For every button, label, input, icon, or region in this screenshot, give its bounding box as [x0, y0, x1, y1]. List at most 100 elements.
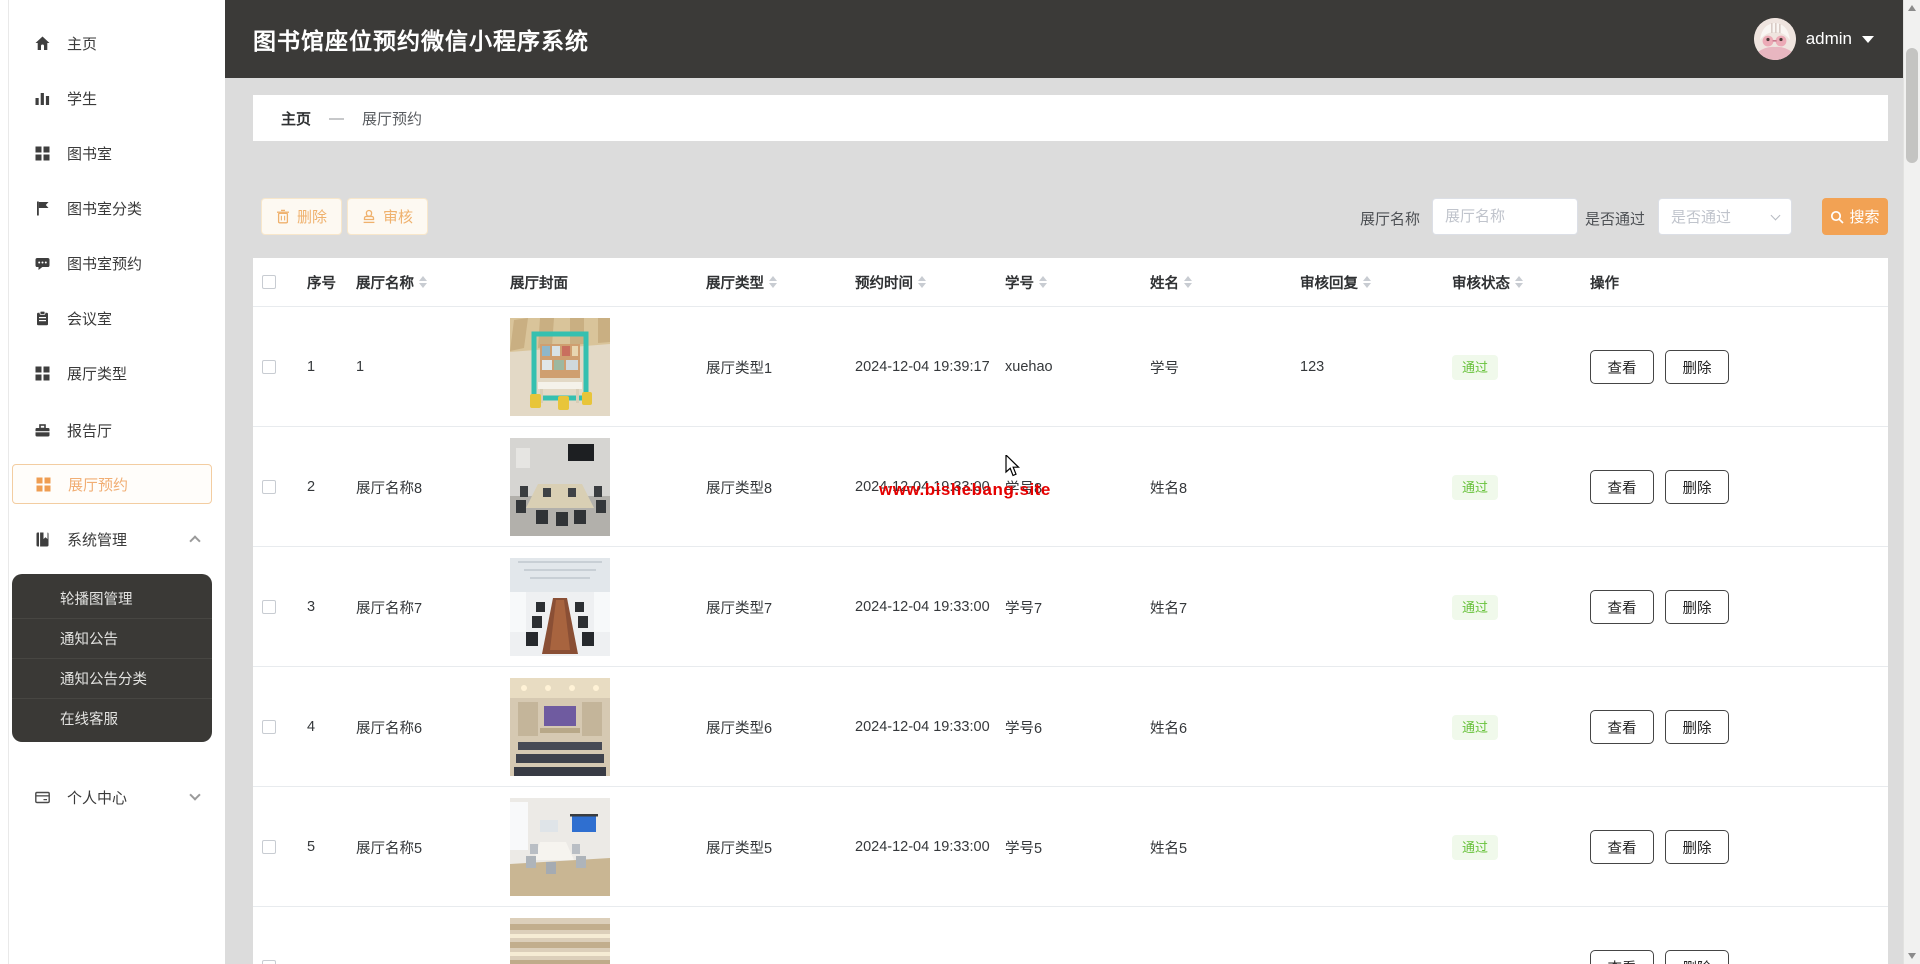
status-badge: 通过	[1452, 595, 1498, 620]
col-header-student-no[interactable]: 学号	[1005, 258, 1047, 306]
sidebar-item-library[interactable]: 图书室	[0, 133, 225, 173]
student-name: 姓名6	[1150, 667, 1187, 787]
row-checkbox[interactable]	[262, 360, 276, 374]
student-name: 姓名8	[1150, 427, 1187, 547]
col-header-status[interactable]: 审核状态	[1452, 258, 1523, 306]
col-header-ops: 操作	[1590, 258, 1619, 306]
row-checkbox[interactable]	[262, 480, 276, 494]
view-button[interactable]: 查看	[1590, 470, 1654, 504]
audit-reply: 123	[1300, 307, 1324, 427]
hall-name: 展厅名称5	[356, 787, 422, 907]
grid-icon	[34, 365, 51, 382]
sidebar-item-students[interactable]: 学生	[0, 78, 225, 118]
view-button[interactable]: 查看	[1590, 830, 1654, 864]
hall-cover-image	[510, 558, 610, 656]
sidebar-item-label: 学生	[67, 88, 97, 109]
table-row: 5 展厅名称5 展厅类型5 2024-12-04 19:33:00 学号5 姓名…	[253, 786, 1888, 906]
user-menu[interactable]: admin	[1754, 18, 1874, 60]
audit-label: 审核	[383, 206, 413, 227]
sidebar-item-meeting-room[interactable]: 会议室	[0, 298, 225, 338]
booking-time: 2024-12-04 19:39:17	[855, 307, 990, 427]
select-all-checkbox[interactable]	[262, 275, 276, 289]
sidebar-item-label: 主页	[67, 33, 97, 54]
page-scrollbar[interactable]	[1903, 0, 1920, 964]
row-checkbox[interactable]	[262, 840, 276, 854]
row-checkbox[interactable]	[262, 960, 276, 964]
view-button[interactable]: 查看	[1590, 590, 1654, 624]
submenu-item-carousel[interactable]: 轮播图管理	[12, 578, 212, 618]
col-header-name[interactable]: 展厅名称	[356, 258, 427, 306]
col-header-type[interactable]: 展厅类型	[706, 258, 777, 306]
sort-icon[interactable]	[1515, 276, 1523, 288]
sidebar-item-hall-booking[interactable]: 展厅预约	[12, 464, 212, 504]
row-index: 1	[307, 307, 315, 427]
sidebar-item-library-category[interactable]: 图书室分类	[0, 188, 225, 228]
select-all-checkbox-cell	[262, 258, 276, 306]
briefcase-icon	[34, 422, 51, 439]
student-no: 学号5	[1005, 787, 1042, 907]
delete-button[interactable]: 删除	[1665, 710, 1729, 744]
sidebar-item-library-booking[interactable]: 图书室预约	[0, 243, 225, 283]
hall-name: 展厅名称7	[356, 547, 422, 667]
avatar-image	[1754, 18, 1796, 60]
col-header-time[interactable]: 预约时间	[855, 258, 926, 306]
clipboard-icon	[34, 310, 51, 327]
sort-icon[interactable]	[1184, 276, 1192, 288]
hall-type: 展厅类型7	[706, 547, 772, 667]
view-button[interactable]: 查看	[1590, 950, 1654, 964]
booking-time: 2024-12-04 19:33:00	[855, 787, 990, 907]
chevron-down-icon	[189, 789, 200, 800]
col-header-student-name[interactable]: 姓名	[1150, 258, 1192, 306]
sidebar-item-system-management[interactable]: 系统管理	[0, 519, 225, 559]
sort-icon[interactable]	[1363, 276, 1371, 288]
hall-cover-image	[510, 678, 610, 776]
table-row: 1 1 展厅类型1 2024-12-04 19:39:17 xuehao 学号 …	[253, 306, 1888, 426]
hall-name: 展厅名称6	[356, 667, 422, 787]
delete-button[interactable]: 删除	[1665, 470, 1729, 504]
delete-selected-button[interactable]: 删除	[261, 198, 342, 235]
view-button[interactable]: 查看	[1590, 710, 1654, 744]
hall-name-label: 展厅名称	[1360, 208, 1420, 229]
caret-down-icon	[1862, 36, 1874, 43]
delete-button[interactable]: 删除	[1665, 350, 1729, 384]
scrollbar-thumb[interactable]	[1906, 48, 1918, 163]
sidebar-item-lecture-hall[interactable]: 报告厅	[0, 410, 225, 450]
search-button[interactable]: 搜索	[1822, 198, 1888, 235]
avatar[interactable]	[1754, 18, 1796, 60]
row-index: 3	[307, 547, 315, 667]
col-header-reply[interactable]: 审核回复	[1300, 258, 1371, 306]
table-row: 4 展厅名称6 展厅类型6 2024-12-04 19:33:00 学号6 姓名…	[253, 666, 1888, 786]
submenu-item-notice-category[interactable]: 通知公告分类	[12, 658, 212, 698]
breadcrumb-home[interactable]: 主页	[281, 108, 311, 129]
pass-select[interactable]: 是否通过	[1658, 198, 1792, 235]
delete-button[interactable]: 删除	[1665, 950, 1729, 964]
status-badge: 通过	[1452, 475, 1498, 500]
sort-icon[interactable]	[1039, 276, 1047, 288]
breadcrumb: 主页 — 展厅预约	[253, 95, 1888, 141]
audit-button[interactable]: 审核	[347, 198, 428, 235]
sort-icon[interactable]	[419, 276, 427, 288]
sort-icon[interactable]	[769, 276, 777, 288]
delete-selected-label: 删除	[297, 206, 327, 227]
sidebar: 主页 学生 图书室 图书室分类 图书室预约 会议室 展厅类型 报告厅 展厅预约 …	[0, 0, 225, 964]
hall-cover-image	[510, 318, 610, 416]
student-no: 学号7	[1005, 547, 1042, 667]
sidebar-item-label: 报告厅	[67, 420, 112, 441]
sidebar-item-hall-type[interactable]: 展厅类型	[0, 353, 225, 393]
delete-button[interactable]: 删除	[1665, 590, 1729, 624]
submenu-item-online-service[interactable]: 在线客服	[12, 698, 212, 738]
sidebar-item-personal-center[interactable]: 个人中心	[0, 777, 225, 817]
delete-button[interactable]: 删除	[1665, 830, 1729, 864]
hall-name-input[interactable]	[1432, 198, 1578, 235]
submenu-item-notice[interactable]: 通知公告	[12, 618, 212, 658]
sidebar-item-label: 个人中心	[67, 787, 127, 808]
scroll-down-icon[interactable]	[1908, 953, 1916, 959]
search-icon	[1830, 210, 1844, 224]
row-checkbox[interactable]	[262, 720, 276, 734]
row-checkbox[interactable]	[262, 600, 276, 614]
chat-icon	[34, 255, 51, 272]
sidebar-item-home[interactable]: 主页	[0, 23, 225, 63]
sort-icon[interactable]	[918, 276, 926, 288]
view-button[interactable]: 查看	[1590, 350, 1654, 384]
scroll-up-icon[interactable]	[1908, 5, 1916, 11]
